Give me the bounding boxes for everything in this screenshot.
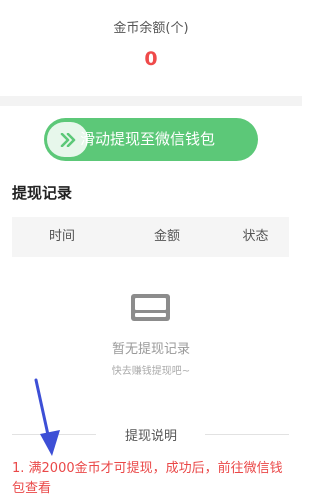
balance-card: 金币余额(个) 0 [0, 0, 302, 96]
balance-label: 金币余额(个) [113, 21, 189, 36]
column-amount: 金额 [153, 229, 180, 244]
column-status: 状态 [242, 229, 269, 244]
annotation-arrow-icon [34, 378, 60, 456]
withdraw-slider[interactable]: 滑动提现至微信钱包 [44, 118, 258, 161]
double-chevron-right-icon [60, 132, 75, 147]
records-table-header: 时间 金额 状态 [12, 217, 289, 257]
balance-value: 0 [144, 48, 158, 70]
column-time: 时间 [48, 229, 75, 244]
records-title: 提现记录 [12, 184, 73, 202]
empty-state-title: 暂无提现记录 [111, 342, 190, 357]
empty-box-icon [131, 294, 170, 321]
empty-state-subtitle: 快去赚钱提现吧~ [111, 366, 191, 377]
description-rule-1: 1. 满2000金币才可提现，成功后，前往微信钱包查看 [12, 461, 283, 496]
slider-label: 滑动提现至微信钱包 [80, 130, 216, 148]
section-divider [0, 96, 302, 106]
divider-right [205, 434, 289, 435]
